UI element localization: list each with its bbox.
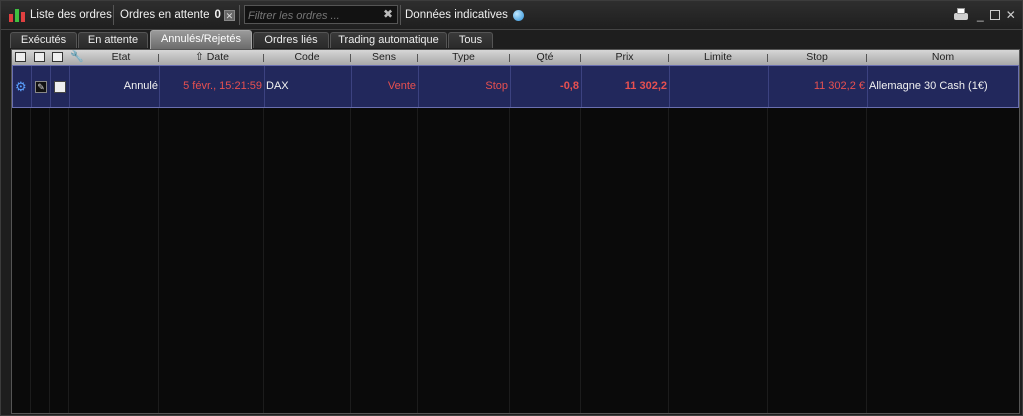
column-code[interactable]: Code	[264, 50, 350, 65]
column-prix[interactable]: Prix	[581, 50, 668, 65]
column-qte[interactable]: Qté	[510, 50, 580, 65]
cell-etat: Annulé	[123, 80, 158, 92]
orders-list-label: Liste des ordres	[30, 9, 112, 21]
tab-tous[interactable]: Tous	[448, 32, 493, 48]
maximize-icon[interactable]	[989, 10, 1000, 20]
divider	[239, 5, 240, 25]
column-limite[interactable]: Limite	[669, 50, 767, 65]
cell-limite	[670, 66, 766, 107]
cell-sens: Vente	[387, 80, 416, 92]
pending-orders[interactable]: Ordres en attente 0 ✕	[120, 1, 235, 29]
document-column-icon[interactable]	[52, 52, 63, 62]
top-toolbar: Liste des ordres Ordres en attente 0 ✕ ✖…	[1, 1, 1022, 30]
indicative-data[interactable]: Données indicatives	[405, 1, 524, 29]
filter-orders-input[interactable]	[245, 6, 380, 25]
table-row[interactable]: ⚙ ✎ Annulé 5 févr., 15:21:59 DAX Vente S…	[12, 65, 1019, 108]
tab-en-attente[interactable]: En attente	[78, 32, 148, 48]
empty-grid-area	[12, 108, 1019, 413]
grid-header: 🔧 Etat ⇧ Date Code Sens Type Qté Prix Li…	[12, 50, 1019, 66]
cell-type: Stop	[485, 80, 508, 92]
tab-ordres-lies[interactable]: Ordres liés	[253, 32, 329, 48]
tab-trading-automatique[interactable]: Trading automatique	[330, 32, 447, 48]
tab-executes[interactable]: Exécutés	[10, 32, 77, 48]
wrench-icon[interactable]: 🔧	[70, 50, 84, 65]
cell-code: DAX	[266, 80, 289, 92]
column-type[interactable]: Type	[418, 50, 509, 65]
clear-filter-icon[interactable]: ✖	[383, 7, 393, 21]
cell-qte: -0,8	[560, 80, 579, 92]
pending-orders-label: Ordres en attente	[120, 9, 210, 21]
settings-gears-icon[interactable]: ⚙	[15, 80, 27, 93]
column-sens[interactable]: Sens	[351, 50, 417, 65]
order-tabs: Exécutés En attente Annulés/Rejetés Ordr…	[10, 30, 1020, 49]
info-bubble-icon	[512, 9, 524, 21]
cell-prix: 11 302,2	[624, 80, 667, 92]
minimize-icon[interactable]: _	[977, 8, 984, 22]
column-stop[interactable]: Stop	[768, 50, 866, 65]
column-nom[interactable]: Nom	[867, 50, 1019, 65]
filter-orders-field: ✖	[244, 5, 398, 25]
tab-annules-rejetes[interactable]: Annulés/Rejetés	[150, 30, 252, 49]
window-controls: _ ✕	[953, 1, 1016, 29]
edit-icon[interactable]: ✎	[35, 81, 47, 93]
orders-window: Liste des ordres Ordres en attente 0 ✕ ✖…	[0, 0, 1023, 416]
edit-column-icon[interactable]	[34, 52, 45, 62]
column-date[interactable]: ⇧ Date	[160, 50, 264, 65]
cell-stop: 11 302,2 €	[813, 80, 865, 92]
document-icon[interactable]	[54, 81, 66, 93]
pending-clear-icon[interactable]: ✕	[223, 9, 235, 21]
close-icon[interactable]: ✕	[1006, 8, 1016, 22]
candles-icon	[9, 8, 25, 22]
print-icon[interactable]	[953, 8, 969, 22]
sort-up-icon: ⇧	[195, 51, 207, 63]
cell-nom: Allemagne 30 Cash (1€)	[869, 80, 988, 92]
column-etat[interactable]: Etat	[82, 50, 160, 65]
orders-list-title[interactable]: Liste des ordres	[9, 1, 112, 29]
cell-date: 5 févr., 15:21:59	[183, 80, 262, 92]
divider	[400, 5, 401, 25]
pending-orders-count: 0	[214, 9, 221, 21]
column-date-label: Date	[206, 51, 229, 63]
indicative-data-label: Données indicatives	[405, 9, 508, 21]
divider	[113, 5, 114, 25]
orders-grid: 🔧 Etat ⇧ Date Code Sens Type Qté Prix Li…	[11, 49, 1020, 414]
settings-column-icon[interactable]	[15, 52, 26, 62]
